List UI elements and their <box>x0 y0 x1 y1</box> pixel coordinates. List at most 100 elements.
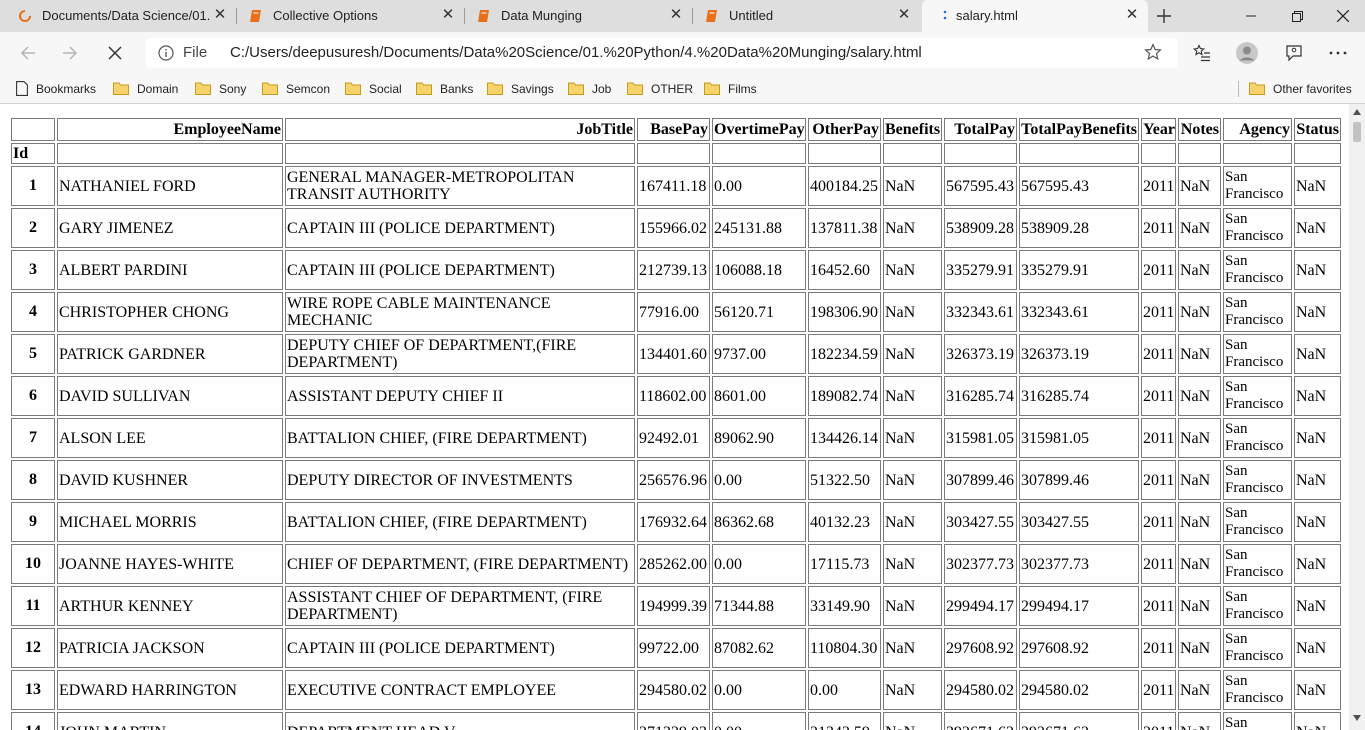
profile-button[interactable] <box>1235 41 1259 65</box>
tab-documents[interactable]: Documents/Data Science/01. P ✕ <box>0 0 236 32</box>
table-cell: 271329.03 <box>637 712 710 730</box>
navigation-toolbar: File C:/Users/deepusuresh/Documents/Data… <box>0 32 1365 74</box>
table-cell: ALSON LEE <box>57 418 283 458</box>
bookmark-folder-banks[interactable]: Banks <box>416 74 473 103</box>
table-cell: 155966.02 <box>637 208 710 248</box>
tab-salary-active[interactable]: salary.html ✕ <box>922 0 1148 32</box>
table-cell: 51322.50 <box>808 460 881 500</box>
forward-button[interactable] <box>58 41 82 65</box>
vertical-scrollbar[interactable] <box>1349 104 1365 730</box>
table-header-row: EmployeeName JobTitle BasePay OvertimePay Ot… <box>11 118 1341 141</box>
row-id: 2 <box>11 208 55 248</box>
feedback-button[interactable] <box>1282 41 1306 65</box>
scroll-up-arrow-icon[interactable] <box>1352 108 1362 116</box>
close-tab-icon[interactable]: ✕ <box>441 7 455 22</box>
table-cell: 198306.90 <box>808 292 881 332</box>
row-id: 1 <box>11 166 55 206</box>
bookmark-label: Films <box>728 81 757 96</box>
table-cell: NaN <box>1178 460 1221 500</box>
table-cell: BATTALION CHIEF, (FIRE DEPARTMENT) <box>285 418 635 458</box>
favorites-button[interactable] <box>1190 41 1214 65</box>
table-row: 9 MICHAEL MORRIS BATTALION CHIEF, (FIRE DE… <box>11 502 1341 542</box>
close-tab-icon[interactable]: ✕ <box>669 7 683 22</box>
table-cell: 9737.00 <box>712 334 806 374</box>
scrollbar-thumb[interactable] <box>1353 122 1361 142</box>
table-cell: 0.00 <box>712 712 806 730</box>
scroll-down-arrow-icon[interactable] <box>1352 714 1362 722</box>
table-cell: ALBERT PARDINI <box>57 250 283 290</box>
bookmark-folder-domain[interactable]: Domain <box>113 74 178 103</box>
arrow-right-icon <box>63 46 78 60</box>
tab-untitled[interactable]: Untitled ✕ <box>693 0 921 32</box>
bookmark-folder-films[interactable]: Films <box>704 74 757 103</box>
bookmark-folder-savings[interactable]: Savings <box>487 74 554 103</box>
table-cell: 316285.74 <box>1019 376 1139 416</box>
table-cell: NaN <box>1178 670 1221 710</box>
url-text[interactable]: C:/Users/deepusuresh/Documents/Data%20Sc… <box>230 44 922 61</box>
table-cell: 299494.17 <box>944 586 1017 626</box>
table-cell: NaN <box>1294 208 1341 248</box>
table-cell: 332343.61 <box>944 292 1017 332</box>
restore-button[interactable] <box>1274 0 1320 32</box>
table-cell: San Francisco <box>1223 502 1292 542</box>
tab-title: Data Munging <box>501 8 582 23</box>
bookmark-folder-job[interactable]: Job <box>568 74 611 103</box>
book-icon <box>250 10 261 22</box>
bookmark-folder-other[interactable]: OTHER <box>627 74 693 103</box>
table-cell: NaN <box>883 502 942 542</box>
table-cell: 332343.61 <box>1019 292 1139 332</box>
table-cell: NaN <box>883 418 942 458</box>
table-cell: 299494.17 <box>1019 586 1139 626</box>
stop-loading-button[interactable] <box>103 41 127 65</box>
plus-icon <box>1157 9 1171 23</box>
table-cell: CHIEF OF DEPARTMENT, (FIRE DEPARTMENT) <box>285 544 635 584</box>
tab-collective-options[interactable]: Collective Options ✕ <box>237 0 465 32</box>
column-header: BasePay <box>637 118 710 141</box>
back-button[interactable] <box>16 41 40 65</box>
arrow-left-icon <box>20 46 35 60</box>
table-cell: 297608.92 <box>944 628 1017 668</box>
table-cell: San Francisco <box>1223 334 1292 374</box>
bookmark-bookmarks[interactable]: Bookmarks <box>16 74 96 103</box>
close-tab-icon[interactable]: ✕ <box>897 7 911 22</box>
folder-icon <box>345 82 361 95</box>
table-cell: NaN <box>1294 628 1341 668</box>
column-header: OtherPay <box>808 118 881 141</box>
index-row-blank-cell <box>637 143 710 164</box>
table-cell: San Francisco <box>1223 460 1292 500</box>
info-icon[interactable] <box>158 45 174 61</box>
minimize-button[interactable] <box>1228 0 1274 32</box>
close-tab-icon[interactable]: ✕ <box>1125 7 1139 22</box>
table-cell: 137811.38 <box>808 208 881 248</box>
table-cell: San Francisco <box>1223 292 1292 332</box>
table-cell: 285262.00 <box>637 544 710 584</box>
table-cell: 99722.00 <box>637 628 710 668</box>
index-row-blank-cell <box>1294 143 1341 164</box>
more-menu-button[interactable] <box>1326 41 1350 65</box>
close-window-button[interactable] <box>1320 0 1365 32</box>
table-cell: 294580.02 <box>944 670 1017 710</box>
table-row: 4 CHRISTOPHER CHONG WIRE ROPE CABLE MAINTE… <box>11 292 1341 332</box>
table-cell: 315981.05 <box>1019 418 1139 458</box>
address-bar[interactable]: File C:/Users/deepusuresh/Documents/Data… <box>146 38 1178 68</box>
table-cell: NaN <box>1178 208 1221 248</box>
table-cell: San Francisco <box>1223 712 1292 730</box>
row-id: 3 <box>11 250 55 290</box>
table-cell: 2011 <box>1141 628 1176 668</box>
close-tab-icon[interactable]: ✕ <box>213 7 227 22</box>
bookmark-folder-social[interactable]: Social <box>345 74 402 103</box>
bookmark-label: Savings <box>511 81 554 96</box>
index-row-blank-cell <box>1141 143 1176 164</box>
star-icon[interactable] <box>1144 43 1162 61</box>
table-cell: NaN <box>1294 418 1341 458</box>
table-cell: NaN <box>1294 460 1341 500</box>
other-favorites-label: Other favorites <box>1273 81 1352 96</box>
bookmark-folder-semcon[interactable]: Semcon <box>262 74 330 103</box>
table-cell: 118602.00 <box>637 376 710 416</box>
new-tab-button[interactable] <box>1150 0 1178 32</box>
bookmark-other-favorites[interactable]: Other favorites <box>1249 74 1352 103</box>
tab-data-munging[interactable]: Data Munging ✕ <box>465 0 693 32</box>
bookmark-folder-sony[interactable]: Sony <box>195 74 246 103</box>
table-cell: 2011 <box>1141 670 1176 710</box>
table-cell: NaN <box>883 166 942 206</box>
